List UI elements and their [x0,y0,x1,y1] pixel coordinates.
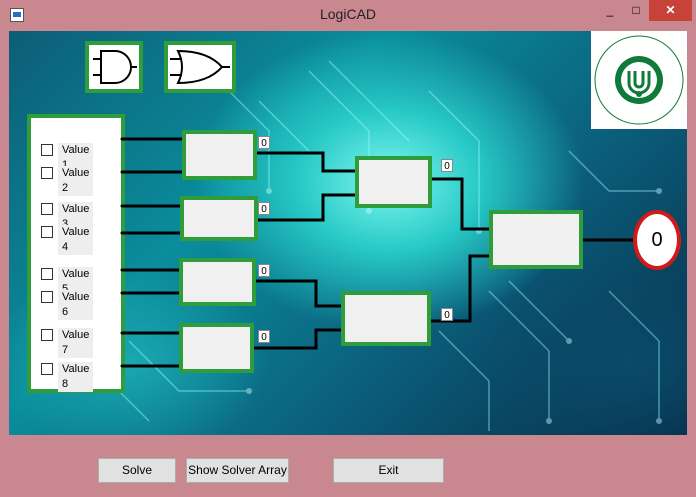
show-solver-array-button[interactable]: Show Solver Array [186,458,289,483]
checkbox[interactable] [41,268,53,280]
gate-output-value: 0 [441,159,453,172]
logic-gate-2[interactable] [180,196,258,241]
university-logo [591,31,687,129]
or-gate-icon [170,49,230,85]
exit-button[interactable]: Exit [333,458,444,483]
gate-output-value: 0 [258,330,270,343]
checkbox[interactable] [41,226,53,238]
logic-gate-1[interactable] [182,130,257,180]
minimize-button[interactable]: _ [597,0,623,21]
checkbox[interactable] [41,363,53,375]
inputs-panel: Value 1 Value 2 Value 3 Value 4 Value 5 … [27,114,125,393]
university-seal-icon [594,35,684,125]
checkbox[interactable] [41,203,53,215]
gate-output-value: 0 [258,264,270,277]
checkbox[interactable] [41,291,53,303]
gate-output-value: 0 [441,308,453,321]
input-label: Value 2 [58,166,94,196]
maximize-button[interactable]: □ [623,0,649,21]
checkbox[interactable] [41,167,53,179]
input-label: Value 6 [58,290,94,320]
close-button[interactable]: ✕ [649,0,692,21]
logic-gate-5[interactable] [355,156,432,208]
checkbox[interactable] [41,329,53,341]
solve-button[interactable]: Solve [98,458,176,483]
input-label: Value 4 [58,225,94,255]
checkbox[interactable] [41,144,53,156]
gate-output-value: 0 [258,136,270,149]
logic-gate-final[interactable] [489,210,583,269]
input-label: Value 8 [58,362,94,392]
logic-gate-6[interactable] [341,291,431,346]
window-title: LogiCAD [319,6,377,22]
palette-or-gate[interactable] [164,41,236,93]
palette-and-gate[interactable] [85,41,143,93]
app-window: LogiCAD _ □ ✕ Value 1 Value 2 Value 3 Va… [0,0,696,497]
and-gate-icon [93,50,137,84]
title-bar: LogiCAD _ □ ✕ [0,0,696,30]
gate-output-value: 0 [258,202,270,215]
result-indicator: 0 [633,210,681,270]
logic-gate-3[interactable] [179,258,256,306]
input-label: Value 7 [58,328,94,358]
logic-gate-4[interactable] [179,323,254,373]
